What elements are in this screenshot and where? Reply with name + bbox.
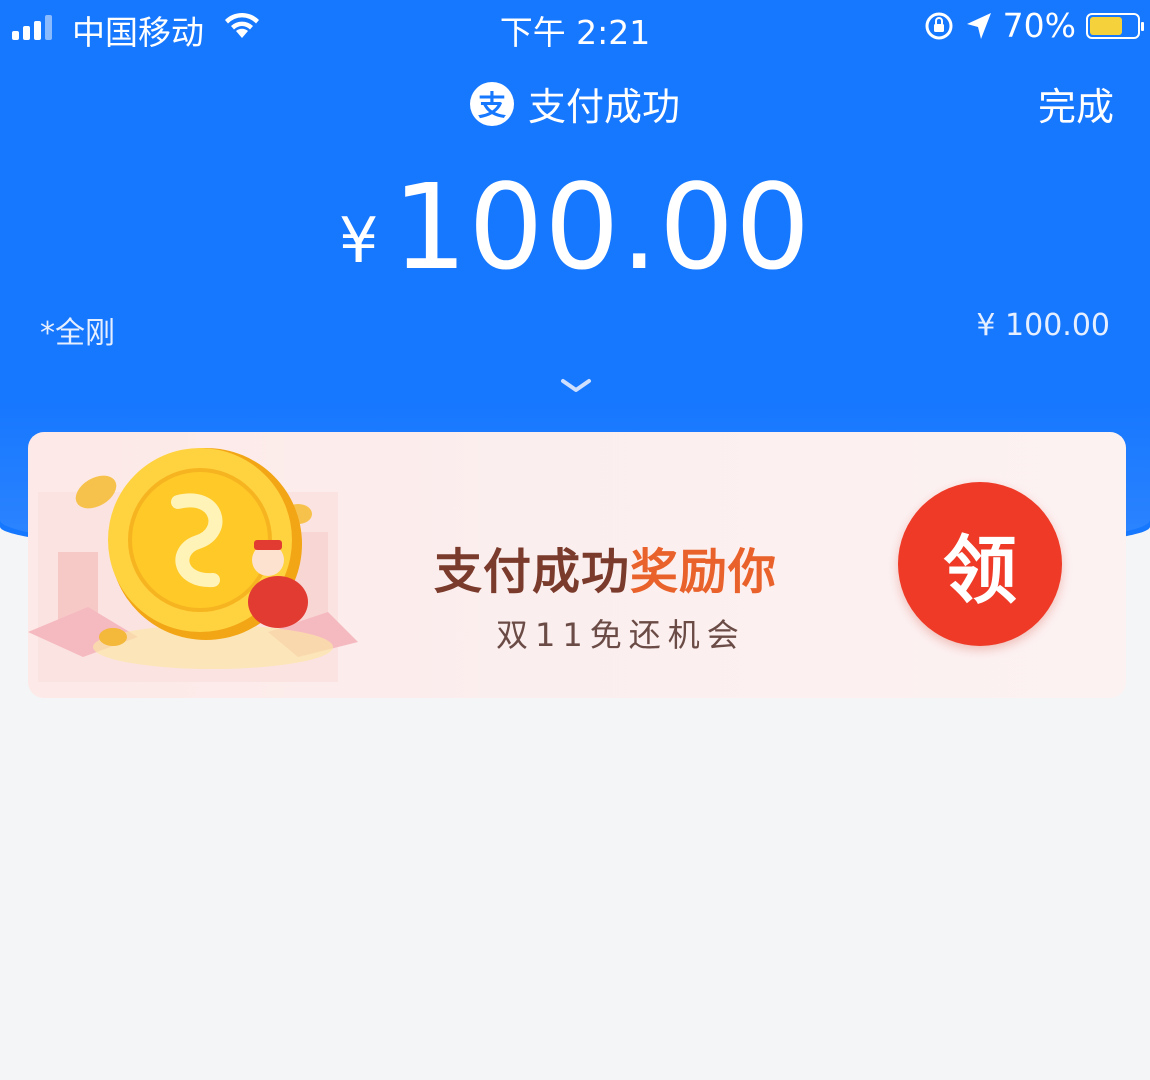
payment-success-screen: 中国移动 下午 2:21 70% 支 支付成功 完成 ¥ 100.00 *全刚 … xyxy=(0,0,1150,1080)
promo-title: 支付成功奖励你 xyxy=(434,532,777,602)
payee-name: *全刚 xyxy=(40,316,115,351)
promo-title-highlight: 奖励你 xyxy=(630,544,778,600)
alipay-logo-icon: 支 xyxy=(469,81,514,126)
battery-charging-icon xyxy=(1086,12,1144,39)
gold-coin-illustration xyxy=(28,448,358,682)
amount-value: 100.00 xyxy=(392,158,812,296)
promo-title-main: 支付成功 xyxy=(434,544,631,600)
location-icon xyxy=(966,12,991,39)
reward-promo-card[interactable]: 支付成功奖励你 双11免还机会 领 xyxy=(28,432,1126,698)
payee-amount: ¥ 100.00 xyxy=(976,308,1110,343)
chevron-down-icon[interactable] xyxy=(559,376,593,396)
page-title: 支 支付成功 xyxy=(0,76,1150,131)
status-right-group: 70% xyxy=(923,6,1144,45)
battery-percent: 70% xyxy=(1002,6,1076,45)
nav-bar: 支 支付成功 完成 xyxy=(0,60,1150,140)
battery-level-fill xyxy=(1090,16,1122,35)
page-title-text: 支付成功 xyxy=(527,85,680,129)
orientation-lock-icon xyxy=(925,12,953,39)
claim-button[interactable]: 领 xyxy=(898,482,1062,646)
status-bar: 中国移动 下午 2:21 70% xyxy=(0,0,1150,56)
payment-amount: ¥ 100.00 xyxy=(0,158,1150,296)
promo-subtitle: 双11免还机会 xyxy=(496,616,746,654)
currency-symbol: ¥ xyxy=(338,204,379,277)
done-button[interactable]: 完成 xyxy=(1038,76,1114,131)
